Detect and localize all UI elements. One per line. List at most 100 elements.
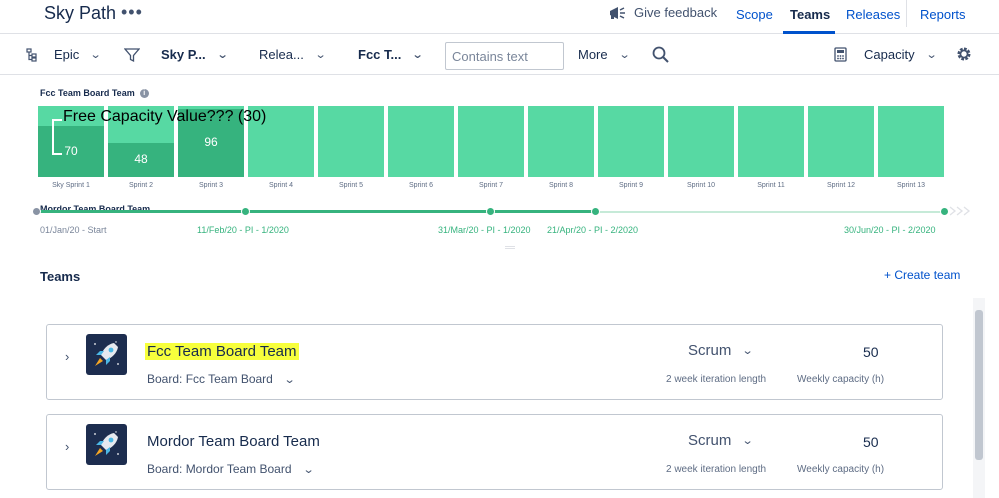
nav-divider — [906, 0, 907, 27]
weekly-capacity-label: Weekly capacity (h) — [797, 374, 885, 385]
give-feedback-link[interactable]: Give feedback — [608, 5, 717, 20]
sprint-label: Sprint 6 — [408, 182, 434, 189]
weekly-capacity-value[interactable]: 50 — [863, 434, 879, 450]
active-tab-indicator — [783, 31, 835, 34]
sprint-label: Sprint 2 — [128, 182, 154, 189]
sprint-label: Sprint 10 — [686, 182, 716, 189]
more-filters-dropdown[interactable]: More ⌄ — [578, 47, 631, 62]
iteration-length-label: 2 week iteration length — [666, 374, 767, 385]
board-label: Board: Mordor Team Board — [147, 462, 292, 476]
contains-text-input[interactable] — [445, 42, 564, 70]
timeline-milestone-label: 31/Mar/20 - PI - 1/2020 — [438, 225, 531, 235]
sprint-label: Sprint 11 — [757, 182, 785, 189]
hierarchy-dropdown[interactable]: Epic ⌄ — [26, 47, 102, 62]
expand-chevron-icon[interactable]: › — [65, 349, 69, 364]
sprint-label: Sprint 12 — [826, 182, 856, 189]
resize-handle[interactable] — [505, 246, 515, 249]
hierarchy-icon — [26, 47, 37, 62]
release-filter-dropdown[interactable]: Relea... ⌄ — [259, 47, 326, 62]
expand-chevron-icon[interactable]: › — [65, 439, 69, 454]
tab-reports[interactable]: Reports — [920, 7, 966, 22]
methodology-label: Scrum — [688, 432, 732, 449]
capacity-chart-title: Fcc Team Board Team i — [40, 88, 149, 98]
timeline-milestone-label: 21/Apr/20 - PI - 2/2020 — [547, 225, 639, 235]
chevron-down-icon: ⌄ — [89, 49, 102, 61]
filter-button[interactable] — [124, 47, 140, 63]
team-avatar — [86, 334, 127, 375]
sprint-capacity-bar[interactable] — [528, 106, 594, 177]
team-filter-dropdown[interactable]: Fcc T... ⌄ — [358, 47, 424, 62]
search-icon — [652, 46, 669, 63]
sprint-capacity-bar[interactable] — [458, 106, 524, 177]
methodology-dropdown[interactable]: Scrum ⌄ — [688, 432, 754, 449]
sprint-capacity-bar[interactable] — [808, 106, 874, 177]
methodology-label: Scrum — [688, 342, 732, 359]
sprint-label: Sprint 4 — [268, 182, 294, 189]
view-mode-label: Capacity — [864, 47, 915, 62]
weekly-capacity-value[interactable]: 50 — [863, 344, 879, 360]
tab-releases[interactable]: Releases — [846, 7, 900, 22]
tab-teams[interactable]: Teams — [790, 7, 830, 22]
teams-section-title: Teams — [40, 269, 81, 284]
sprint-label: Sprint 13 — [896, 182, 926, 189]
sprint-capacity-bar[interactable] — [388, 106, 454, 177]
board-label: Board: Fcc Team Board — [147, 372, 273, 386]
sprint-label: Sprint 8 — [548, 182, 574, 189]
filter-toolbar: Epic ⌄ Sky P... ⌄ Relea... ⌄ Fcc T... ⌄ … — [0, 35, 999, 75]
team-name-link[interactable]: Fcc Team Board Team — [145, 343, 299, 360]
rocket-icon — [94, 341, 119, 366]
more-actions-icon[interactable]: ••• — [121, 2, 143, 23]
scrollbar-thumb[interactable] — [975, 310, 983, 460]
timeline-milestone-marker[interactable] — [486, 207, 495, 216]
methodology-dropdown[interactable]: Scrum ⌄ — [688, 342, 754, 359]
chevron-down-icon: ⌄ — [741, 435, 754, 447]
free-capacity-annotation: Free Capacity Value??? (30) — [63, 108, 267, 125]
sprint-label: Sprint 9 — [618, 182, 644, 189]
calculator-icon — [834, 47, 847, 62]
sprint-capacity-bar[interactable] — [318, 106, 384, 177]
sprint-label: Sky Sprint 1 — [52, 182, 90, 189]
filter-icon — [124, 48, 140, 63]
timeline-milestone-label: 30/Jun/20 - PI - 2/2020 — [844, 225, 936, 235]
timeline-milestone-marker[interactable] — [940, 207, 949, 216]
info-icon[interactable]: i — [139, 88, 149, 98]
timeline-progress-line — [36, 210, 596, 213]
team-card: › Mordor Team Board Team Board: Mordor T… — [46, 414, 943, 490]
megaphone-icon — [610, 6, 625, 19]
search-button[interactable] — [652, 46, 669, 63]
annotation-bracket — [52, 119, 62, 155]
hierarchy-label: Epic — [54, 47, 80, 62]
sprint-capacity-bar[interactable] — [738, 106, 804, 177]
view-mode-dropdown[interactable]: Capacity ⌄ — [834, 47, 937, 62]
timeline-milestone-marker[interactable] — [591, 207, 600, 216]
chevron-down-icon: ⌄ — [618, 49, 631, 61]
sprint-capacity-bar[interactable] — [878, 106, 944, 177]
create-team-button[interactable]: + Create team — [884, 268, 960, 282]
rocket-icon — [94, 431, 119, 456]
timeline-start-label: 01/Jan/20 - Start — [40, 225, 107, 235]
timeline-start-marker[interactable] — [32, 207, 41, 216]
chevron-down-icon: ⌄ — [283, 373, 296, 386]
give-feedback-label: Give feedback — [634, 5, 718, 20]
timeline-milestone-marker[interactable] — [241, 207, 250, 216]
sprint-label: Sprint 5 — [338, 182, 364, 189]
project-filter-dropdown[interactable]: Sky P... ⌄ — [161, 47, 228, 62]
board-dropdown[interactable]: Board: Fcc Team Board ⌄ — [147, 372, 296, 386]
app-header: Sky Path ••• Give feedback Scope Teams R… — [0, 0, 999, 34]
sprint-capacity-bar[interactable] — [598, 106, 664, 177]
team-name-link[interactable]: Mordor Team Board Team — [147, 433, 320, 450]
timeline-milestone-label: 11/Feb/20 - PI - 1/2020 — [197, 225, 289, 235]
board-dropdown[interactable]: Board: Mordor Team Board ⌄ — [147, 462, 315, 476]
tab-scope[interactable]: Scope — [736, 7, 773, 22]
chevron-down-icon: ⌄ — [302, 463, 315, 476]
weekly-capacity-label: Weekly capacity (h) — [797, 464, 885, 475]
settings-button[interactable] — [955, 45, 973, 63]
sprint-used-capacity-value: 96 — [204, 135, 218, 149]
team-avatar — [86, 424, 127, 465]
timeline-remaining-line — [596, 211, 946, 213]
capacity-chart-team-name: Fcc Team Board Team — [40, 88, 135, 98]
sprint-used-capacity-value: 70 — [64, 144, 78, 158]
project-filter-label: Sky P... — [161, 47, 206, 62]
sprint-capacity-bar[interactable] — [668, 106, 734, 177]
team-card: › Fcc Team Board Team Board: Fcc Team Bo… — [46, 324, 943, 400]
